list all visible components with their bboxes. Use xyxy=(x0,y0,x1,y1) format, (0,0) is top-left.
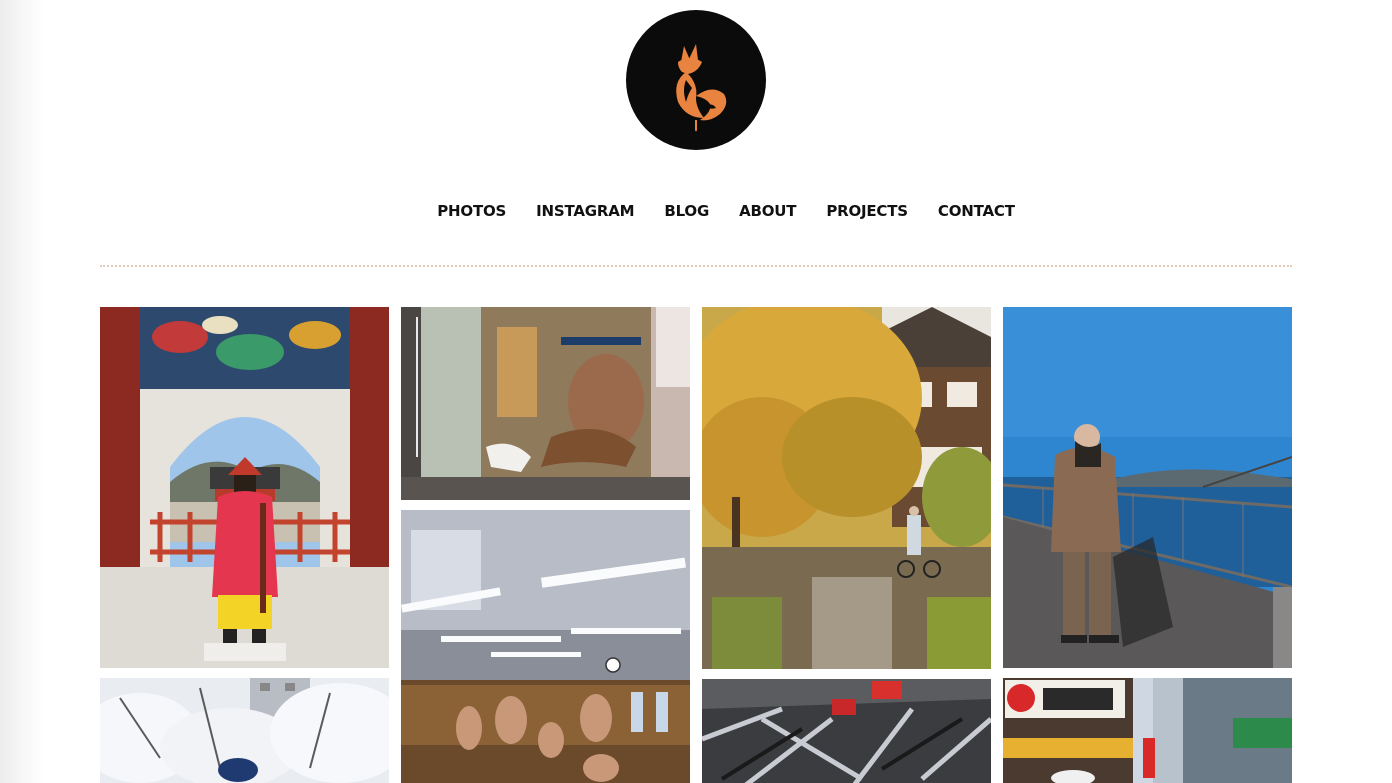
nav-blog-link[interactable]: BLOG xyxy=(664,198,709,224)
main-navigation: PHOTOS INSTAGRAM BLOG ABOUT PROJECTS CON… xyxy=(0,198,1392,224)
nav-photos-link[interactable]: PHOTOS xyxy=(437,198,506,224)
nav-instagram-link[interactable]: INSTAGRAM xyxy=(536,198,634,224)
fox-icon xyxy=(676,44,727,132)
photo-tile-royal-guard[interactable] xyxy=(100,307,389,668)
page: PHOTOS INSTAGRAM BLOG ABOUT PROJECTS CON… xyxy=(0,0,1392,783)
header-divider xyxy=(100,265,1292,267)
nav-projects-link[interactable]: PROJECTS xyxy=(826,198,908,224)
left-page-shadow xyxy=(0,0,44,783)
photo-tile-shopping-street[interactable] xyxy=(1003,678,1292,783)
photo-tile-cherry-blossoms[interactable] xyxy=(100,678,389,783)
site-logo[interactable] xyxy=(626,10,766,150)
photo-tile-sumo-training[interactable] xyxy=(401,510,690,783)
photo-tile-sumo-glass[interactable] xyxy=(401,307,690,500)
photo-tile-autumn-temple[interactable] xyxy=(702,307,991,669)
photo-tile-street-reflection[interactable] xyxy=(702,679,991,783)
nav-contact-link[interactable]: CONTACT xyxy=(938,198,1015,224)
nav-about-link[interactable]: ABOUT xyxy=(739,198,796,224)
photo-tile-fishing-pier[interactable] xyxy=(1003,307,1292,668)
